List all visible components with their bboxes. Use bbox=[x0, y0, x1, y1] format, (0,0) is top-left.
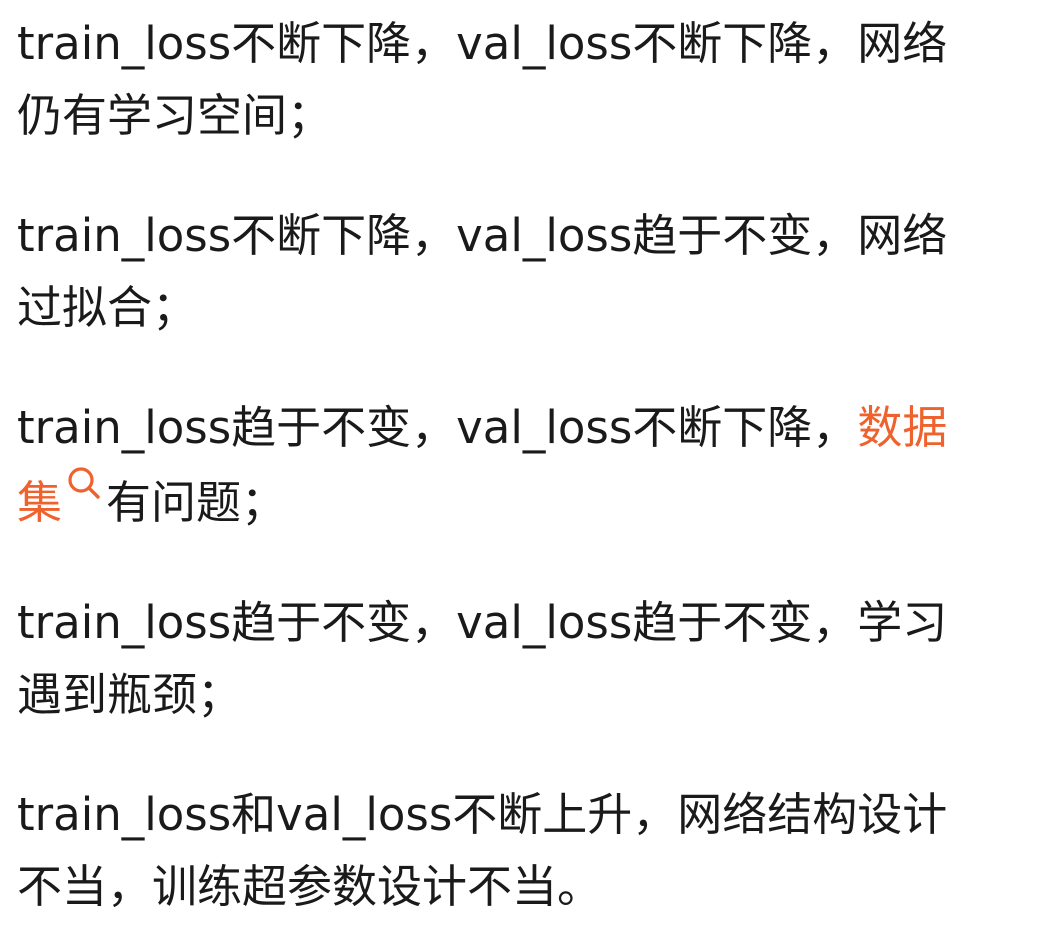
paragraph-3-before: train_loss趋于不变，val_loss不断下降， bbox=[17, 401, 858, 454]
paragraph-1: train_loss不断下降，val_loss不断下降，网络仍有学习空间； bbox=[17, 17, 948, 142]
paragraph-2: train_loss不断下降，val_loss趋于不变，网络过拟合； bbox=[17, 209, 948, 334]
paragraph-3: train_loss趋于不变，val_loss不断下降，数据集 有问题； bbox=[17, 392, 977, 539]
article-body: train_loss不断下降，val_loss不断下降，网络仍有学习空间； tr… bbox=[17, 8, 977, 923]
paragraph-5: train_loss和val_loss不断上升，网络结构设计不当，训练超参数设计… bbox=[17, 788, 948, 913]
paragraph-3-after: 有问题； bbox=[106, 476, 287, 529]
paragraph-4: train_loss趋于不变，val_loss趋于不变，学习遇到瓶颈； bbox=[17, 596, 948, 721]
search-icon[interactable] bbox=[64, 464, 104, 504]
